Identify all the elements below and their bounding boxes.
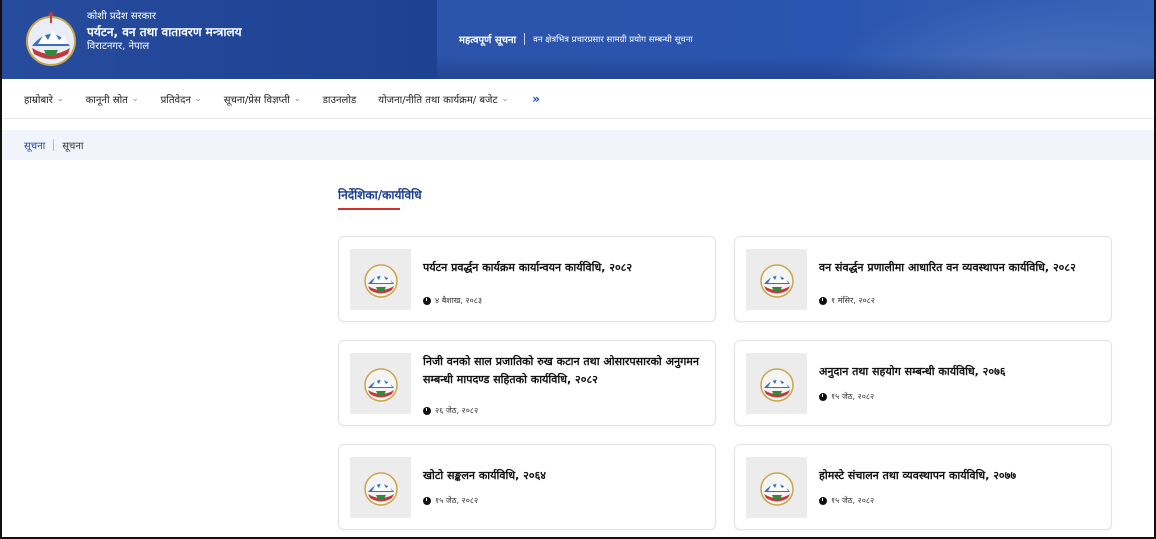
card-thumbnail xyxy=(746,457,807,518)
chevron-down-icon: ⌄ xyxy=(56,94,64,103)
chevron-down-icon: ⌄ xyxy=(293,94,301,103)
page-frame: कोशी प्रदेश सरकार पर्यटन, वन तथा वातावरण… xyxy=(0,0,1156,539)
card-title[interactable]: पर्यटन प्रवर्द्धन कार्यक्रम कार्यान्वयन … xyxy=(423,259,703,277)
nav-item-label: प्रतिवेदन xyxy=(160,94,191,106)
card-thumbnail xyxy=(746,353,807,414)
nav-item-notices[interactable]: सूचना/प्रेस विज्ञप्ती ⌄ xyxy=(224,92,301,106)
document-card[interactable]: पर्यटन प्रवर्द्धन कार्यक्रम कार्यान्वयन … xyxy=(338,236,716,322)
card-date: ४ बैशाख, २०८३ xyxy=(423,295,482,306)
card-title[interactable]: खोटो सङ्कलन कार्यविधि, २०६४ xyxy=(423,467,703,485)
chevron-down-icon: ⌄ xyxy=(131,94,139,103)
clock-icon xyxy=(819,496,827,505)
card-date-text: १५ जेठ, २०८२ xyxy=(435,496,479,505)
nav-item-label: कानूनी स्रोत xyxy=(85,94,128,106)
card-thumbnail xyxy=(746,249,807,310)
document-card[interactable]: होमस्टे संचालन तथा व्यवस्थापन कार्यविधि,… xyxy=(734,444,1112,530)
card-date-text: ४ बैशाख, २०८३ xyxy=(435,296,483,305)
nepal-emblem-icon xyxy=(759,263,794,298)
nav-item-label: सूचना/प्रेस विज्ञप्ती xyxy=(223,94,290,106)
card-date: १ मंसिर, २०८२ xyxy=(819,295,875,306)
header-branding: कोशी प्रदेश सरकार पर्यटन, वन तथा वातावरण… xyxy=(2,0,437,79)
nav-item-plans[interactable]: योजना/नीति तथा कार्यक्रम/ बजेट ⌄ xyxy=(378,92,508,106)
nav-item-reports[interactable]: प्रतिवेदन ⌄ xyxy=(161,92,202,106)
org-location: विराटनगर, नेपाल xyxy=(87,41,150,52)
clock-icon xyxy=(423,496,431,505)
card-date: १५ जेठ, २०८२ xyxy=(819,391,874,402)
document-card[interactable]: निजी वनको साल प्रजातिको रुख कटान तथा ओसा… xyxy=(338,340,716,426)
breadcrumb-current: सूचना xyxy=(62,141,84,152)
site-header: कोशी प्रदेश सरकार पर्यटन, वन तथा वातावरण… xyxy=(2,0,1154,79)
card-title[interactable]: अनुदान तथा सहयोग सम्बन्धी कार्यविधि, २०७… xyxy=(819,363,1099,381)
nav-item-label: हाम्रोबारे xyxy=(24,94,53,106)
card-thumbnail xyxy=(350,249,411,310)
clock-icon xyxy=(819,296,827,305)
card-date-text: १ मंसिर, २०८२ xyxy=(831,296,875,305)
org-province: कोशी प्रदेश सरकार xyxy=(87,11,157,22)
nepal-emblem-icon xyxy=(363,367,398,402)
nav-item-label: योजना/नीति तथा कार्यक्रम/ बजेट xyxy=(378,94,498,106)
card-date: १५ जेठ, २०८२ xyxy=(819,495,874,506)
clock-icon xyxy=(423,296,431,305)
nepal-emblem-icon[interactable] xyxy=(22,10,80,68)
important-notice: महत्वपूर्ण सूचना वन क्षेत्रभित्र प्रचारप… xyxy=(459,32,693,46)
clock-icon xyxy=(819,392,827,401)
document-card[interactable]: वन संवर्द्धन प्रणालीमा आधारित वन व्यवस्थ… xyxy=(734,236,1112,322)
card-title[interactable]: वन संवर्द्धन प्रणालीमा आधारित वन व्यवस्थ… xyxy=(819,259,1099,277)
breadcrumb-home-link[interactable]: सूचना xyxy=(24,138,45,152)
breadcrumb: सूचना सूचना xyxy=(2,130,1154,160)
document-card[interactable]: खोटो सङ्कलन कार्यविधि, २०६४ १५ जेठ, २०८२ xyxy=(338,444,716,530)
nav-item-legal[interactable]: कानूनी स्रोत ⌄ xyxy=(86,92,139,106)
nav-more-button[interactable]: » xyxy=(532,92,540,106)
nepal-emblem-icon xyxy=(759,471,794,506)
nepal-emblem-icon xyxy=(363,263,398,298)
organization-name: कोशी प्रदेश सरकार पर्यटन, वन तथा वातावरण… xyxy=(87,10,242,54)
card-thumbnail xyxy=(350,353,411,414)
nav-item-about[interactable]: हाम्रोबारे ⌄ xyxy=(24,92,64,106)
nav-item-label: डाउनलोड xyxy=(322,94,357,106)
chevron-down-icon: ⌄ xyxy=(194,94,202,103)
section-title-underline xyxy=(338,208,400,210)
card-title[interactable]: निजी वनको साल प्रजातिको रुख कटान तथा ओसा… xyxy=(423,353,703,389)
card-date: १५ जेठ, २०८२ xyxy=(423,495,478,506)
document-card[interactable]: अनुदान तथा सहयोग सम्बन्धी कार्यविधि, २०७… xyxy=(734,340,1112,426)
card-date: २६ जेठ, २०८२ xyxy=(423,405,478,416)
card-thumbnail xyxy=(350,457,411,518)
clock-icon xyxy=(423,406,431,415)
breadcrumb-divider xyxy=(53,139,55,151)
nav-item-downloads[interactable]: डाउनलोड xyxy=(323,92,357,106)
card-date-text: १५ जेठ, २०८२ xyxy=(831,496,875,505)
nepal-emblem-icon xyxy=(363,471,398,506)
notice-divider xyxy=(524,33,526,45)
card-date-text: २६ जेठ, २०८२ xyxy=(435,406,479,415)
notice-label: महत्वपूर्ण सूचना xyxy=(459,35,517,46)
org-ministry[interactable]: पर्यटन, वन तथा वातावरण मन्त्रालय xyxy=(87,24,242,40)
nepal-emblem-icon xyxy=(759,367,794,402)
card-date-text: १५ जेठ, २०८२ xyxy=(831,392,875,401)
section-title: निर्देशिका/कार्यविधि xyxy=(338,188,422,202)
chevron-down-icon: ⌄ xyxy=(501,94,509,103)
notice-ticker-link[interactable]: वन क्षेत्रभित्र प्रचारप्रसार सामग्री प्र… xyxy=(533,34,692,45)
card-title[interactable]: होमस्टे संचालन तथा व्यवस्थापन कार्यविधि,… xyxy=(819,467,1099,485)
main-nav: हाम्रोबारे ⌄ कानूनी स्रोत ⌄ प्रतिवेदन ⌄ … xyxy=(2,79,1154,119)
